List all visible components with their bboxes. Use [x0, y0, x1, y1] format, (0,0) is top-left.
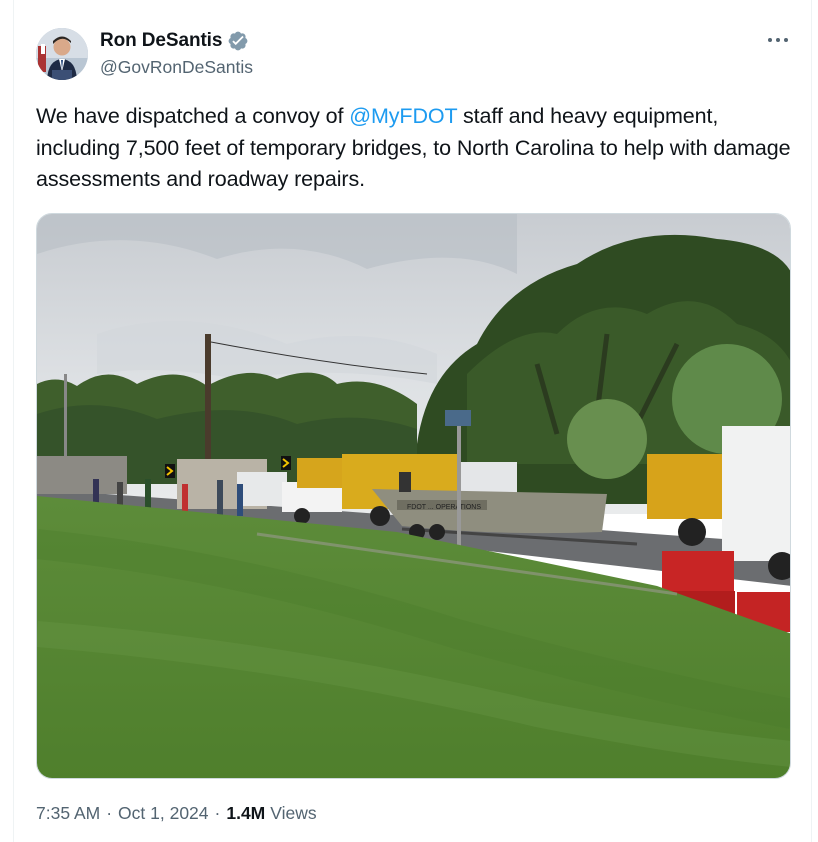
tweet-meta: 7:35 AM · Oct 1, 2024 · 1.4M Views [36, 803, 317, 824]
author-name-row: Ron DeSantis [100, 30, 249, 52]
author-display-name[interactable]: Ron DeSantis [100, 30, 222, 52]
tweet-date[interactable]: Oct 1, 2024 [118, 803, 208, 824]
boat-lettering: FDOT ... OPERATIONS [407, 504, 481, 511]
avatar[interactable] [36, 28, 88, 80]
more-dots-icon[interactable] [764, 28, 792, 52]
views-count[interactable]: 1.4M [226, 803, 265, 824]
separator-dot: · [106, 803, 113, 823]
tweet-photo[interactable]: FDOT ... OPERATIONS [36, 213, 791, 779]
convoy-photo: FDOT ... OPERATIONS [37, 214, 790, 778]
tweet-text-before: We have dispatched a convoy of [36, 104, 350, 128]
author-handle[interactable]: @GovRonDeSantis [100, 57, 253, 78]
tweet-text: We have dispatched a convoy of @MyFDOT s… [36, 101, 796, 196]
verified-badge-icon [227, 30, 249, 52]
views-label: Views [270, 803, 317, 823]
mention-link[interactable]: @MyFDOT [349, 104, 457, 128]
tweet-time[interactable]: 7:35 AM [36, 803, 100, 824]
separator-dot: · [214, 803, 221, 823]
avatar-photo [36, 28, 88, 80]
